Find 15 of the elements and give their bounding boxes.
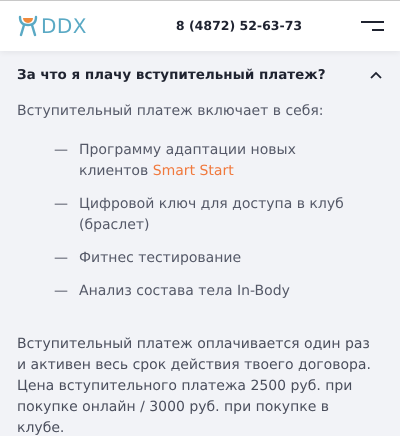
dash-marker: — xyxy=(54,282,69,302)
logo-icon xyxy=(18,15,38,37)
list-item-text: Фитнес тестирование xyxy=(79,249,242,268)
list-item-text: Цифровой ключ для доступа в клуб (браслет) xyxy=(79,195,345,236)
faq-question[interactable]: За что я плачу вступительный платеж? xyxy=(17,51,383,96)
dash-marker: — xyxy=(54,141,69,160)
note-text: Вступительный платеж оплачивается один раз и активен весь срок действия твоего договора. Цена вступительного платежа 2500 руб. при покупке онлайн / 3000 руб. при покупке в клубе. xyxy=(17,335,372,436)
intro-text: Вступительный платеж включает в себя: xyxy=(17,102,325,122)
list-item-text: Программу адаптации новых клиентов Smart Start xyxy=(79,141,297,182)
chevron-up-icon xyxy=(370,71,382,80)
menu-icon[interactable] xyxy=(360,21,384,31)
phone-number[interactable]: 8 (4872) 52-63-73 xyxy=(176,16,302,36)
list-item-text: Анализ состава тела In-Body xyxy=(79,282,291,302)
dash-marker: — xyxy=(54,195,69,214)
dash-marker: — xyxy=(54,249,69,268)
